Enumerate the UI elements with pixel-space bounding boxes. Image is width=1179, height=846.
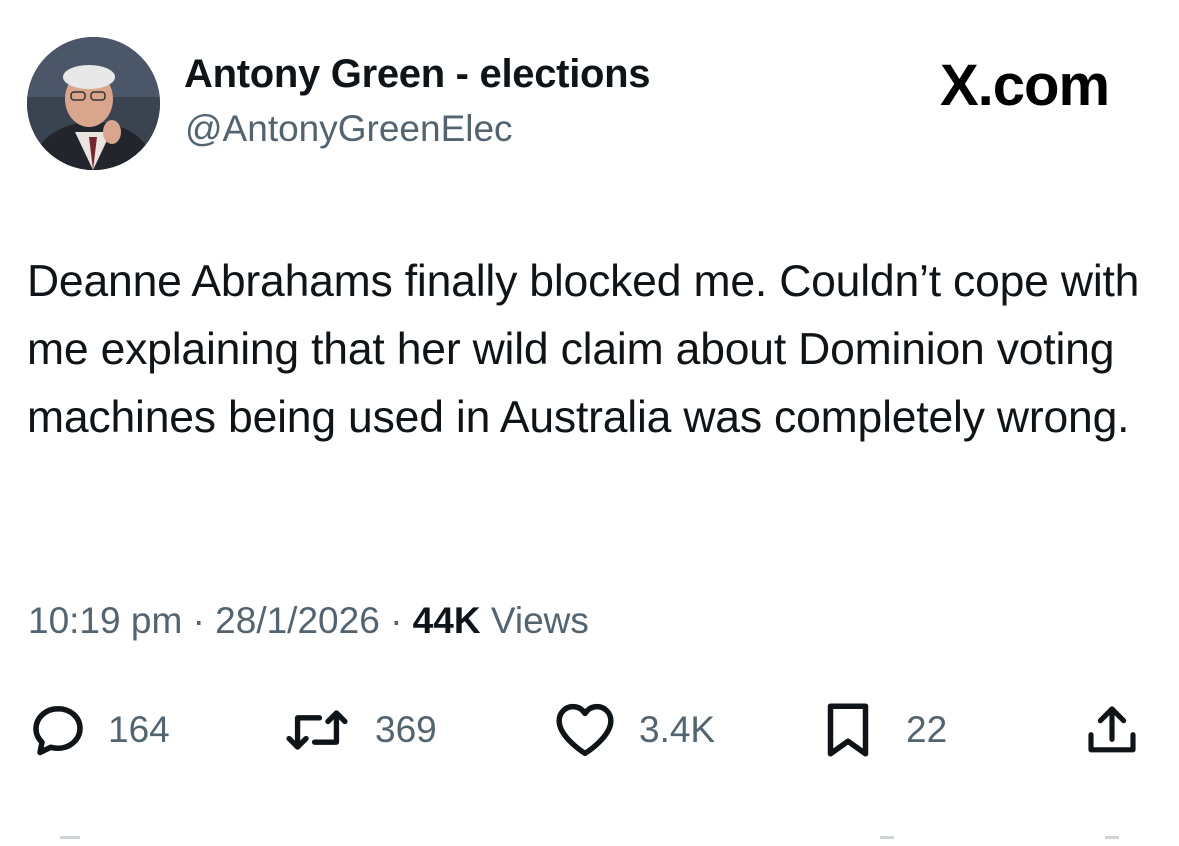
meta-separator: · <box>390 600 403 641</box>
views-count: 44K <box>412 600 481 641</box>
views-label: Views <box>490 600 589 641</box>
share-icon <box>1088 706 1136 753</box>
reply-button[interactable]: 164 <box>28 690 170 770</box>
reply-icon <box>33 706 83 756</box>
tweet-text: Deanne Abrahams finally blocked me. Coul… <box>27 257 1140 442</box>
meta-separator: · <box>192 600 205 641</box>
repost-button[interactable]: 369 <box>283 690 437 770</box>
repost-count: 369 <box>375 709 437 750</box>
bookmark-count: 22 <box>906 709 948 750</box>
like-button[interactable]: 3.4K <box>553 690 715 770</box>
profile-photo <box>27 37 160 170</box>
tweet-time[interactable]: 10:19 pm <box>28 600 182 641</box>
repost-icon <box>286 710 348 750</box>
author-display-name[interactable]: Antony Green - elections <box>184 52 651 97</box>
bookmark-button[interactable]: 22 <box>820 690 947 770</box>
bookmark-icon <box>827 703 869 757</box>
tweet-meta: 10:19 pm · 28/1/2026 · 44K Views <box>28 600 589 642</box>
tweet-date[interactable]: 28/1/2026 <box>215 600 380 641</box>
avatar[interactable] <box>27 37 160 170</box>
reply-count: 164 <box>108 709 170 750</box>
heart-icon <box>556 703 614 757</box>
like-count: 3.4K <box>639 709 716 750</box>
author-handle[interactable]: @AntonyGreenElec <box>185 108 513 150</box>
cropped-next-row <box>0 828 1179 839</box>
tweet-actions: 164 369 3.4K 22 <box>0 690 1179 770</box>
share-button[interactable] <box>1084 690 1140 770</box>
brand-logo: X.com <box>940 53 1110 118</box>
